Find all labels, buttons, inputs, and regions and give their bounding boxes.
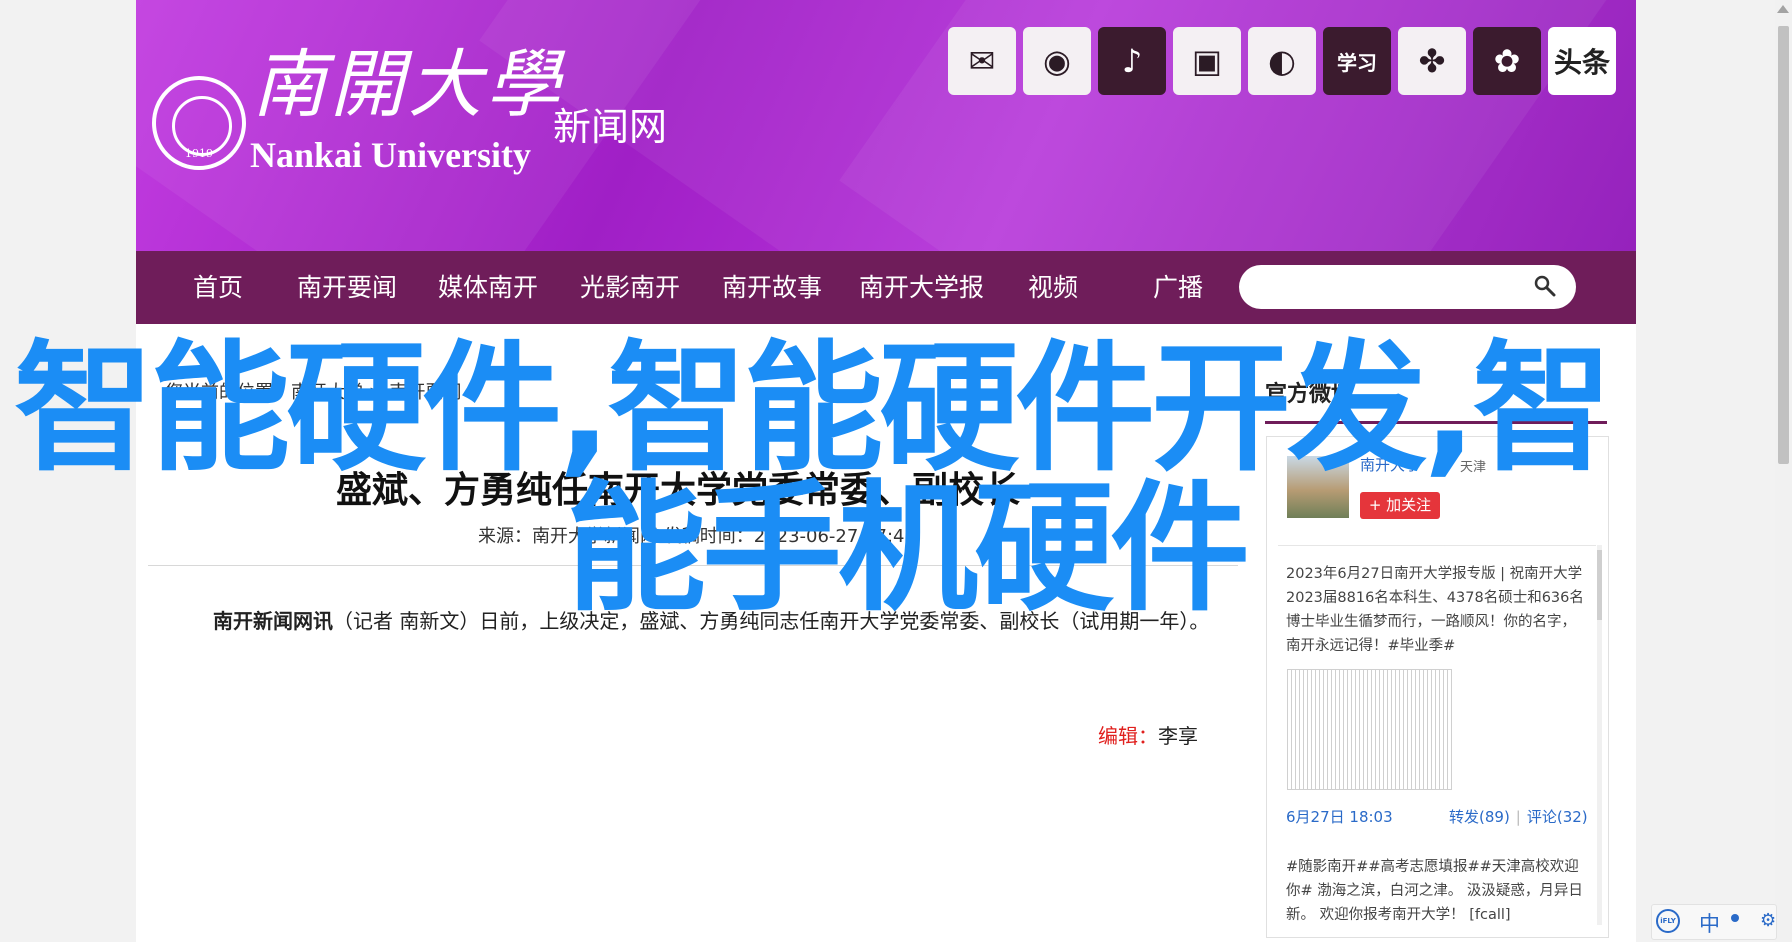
post-stats: 转发(89) | 评论(32): [1449, 806, 1588, 827]
nav-home[interactable]: 首页: [193, 251, 243, 324]
xuexi-icon[interactable]: 学习: [1323, 27, 1391, 95]
search-input[interactable]: [1259, 273, 1523, 303]
social-icons: ✉ ◉ ♪ ▣ ◐ 学习 ✤ ✿ 头条: [948, 27, 1616, 95]
nav-media[interactable]: 媒体南开: [438, 251, 538, 324]
nav-news[interactable]: 南开要闻: [297, 251, 397, 324]
logo-chinese[interactable]: 南開大學: [252, 48, 564, 122]
ime-settings-icon[interactable]: ⚙: [1760, 910, 1776, 931]
tiktok-icon[interactable]: ♪: [1098, 27, 1166, 95]
ime-punctuation-icon[interactable]: [1731, 914, 1739, 922]
nav-video[interactable]: 视频: [1028, 251, 1078, 324]
nav-newspaper[interactable]: 南开大学报: [859, 251, 984, 324]
toutiao-icon[interactable]: 头条: [1548, 27, 1616, 95]
kuaishou-icon[interactable]: ◐: [1248, 27, 1316, 95]
logo-english[interactable]: Nankai University: [250, 134, 531, 176]
network-icon[interactable]: ✤: [1398, 27, 1466, 95]
wechat-icon[interactable]: ✉: [948, 27, 1016, 95]
seal-year: 1919: [185, 147, 213, 160]
nav-stories[interactable]: 南开故事: [722, 251, 822, 324]
ime-language-toggle[interactable]: 中: [1699, 908, 1720, 938]
ifly-logo-icon[interactable]: iFLY: [1656, 909, 1680, 933]
nav-radio[interactable]: 广播: [1153, 251, 1203, 324]
overlay-title: 智能硬件,智能硬件开发,智 能手机硬件: [14, 340, 1614, 620]
overlay-line-1: 智能硬件,智能硬件开发,智: [14, 328, 1612, 491]
weibo-post-text-2: #随影南开##高考志愿填报##天津高校欢迎你# 渤海之滨，白河之津。 汲汲疑惑，…: [1286, 859, 1583, 923]
weibo-icon[interactable]: ◉: [1023, 27, 1091, 95]
post-image[interactable]: [1287, 669, 1452, 790]
stats-separator: |: [1515, 808, 1521, 826]
university-seal-logo[interactable]: 1919: [152, 76, 246, 170]
post-time[interactable]: 6月27日 18:03: [1286, 806, 1393, 827]
page-scroll-thumb[interactable]: [1778, 26, 1789, 464]
search-box: [1239, 265, 1576, 309]
editor-label: 编辑：: [1098, 724, 1158, 748]
comment-link[interactable]: 评论(32): [1527, 808, 1588, 826]
bilibili-icon[interactable]: ▣: [1173, 27, 1241, 95]
nav-photo[interactable]: 光影南开: [580, 251, 680, 324]
overlay-line-2: 能手机硬件: [566, 468, 1250, 631]
search-icon[interactable]: [1534, 275, 1556, 297]
plant-icon[interactable]: ✿: [1473, 27, 1541, 95]
editor-name: 李享: [1158, 724, 1198, 748]
logo-subtitle[interactable]: 新闻网: [553, 96, 667, 151]
scroll-up-arrow-icon[interactable]: [1777, 5, 1789, 13]
repost-link[interactable]: 转发(89): [1449, 808, 1510, 826]
editor-credit: 编辑：李享: [1098, 720, 1198, 749]
